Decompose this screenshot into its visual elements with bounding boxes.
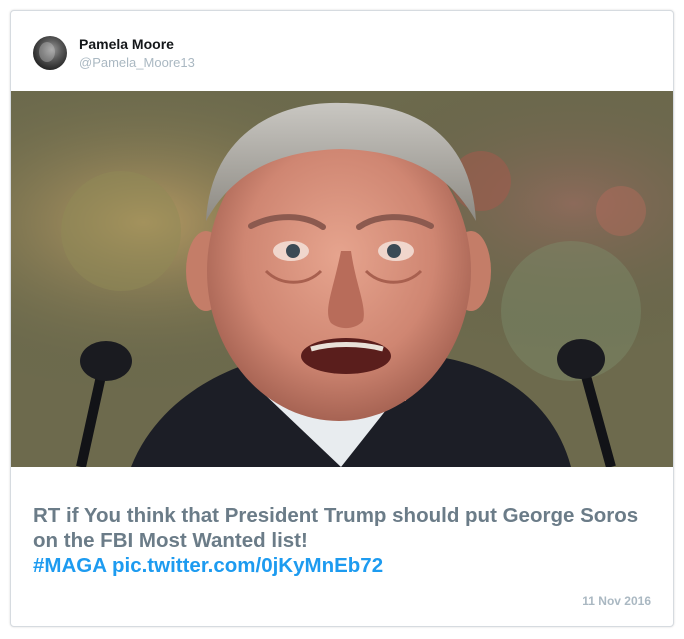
hashtag-link[interactable]: #MAGA xyxy=(33,554,106,577)
tweet-text: RT if You think that President Trump sho… xyxy=(33,503,653,578)
media-link[interactable]: pic.twitter.com/0jKyMnEb72 xyxy=(112,554,383,577)
tweet-header: Pamela Moore @Pamela_Moore13 xyxy=(33,33,195,73)
tweet-photo[interactable] xyxy=(11,91,673,467)
tweet-timestamp[interactable]: 11 Nov 2016 xyxy=(582,594,651,608)
tweet-body: RT if You think that President Trump sho… xyxy=(33,504,639,552)
photo-illustration xyxy=(11,91,673,467)
author-names: Pamela Moore @Pamela_Moore13 xyxy=(79,35,195,72)
author-handle[interactable]: @Pamela_Moore13 xyxy=(79,54,195,72)
tweet-card: Pamela Moore @Pamela_Moore13 RT if You t… xyxy=(10,10,674,627)
avatar[interactable] xyxy=(33,36,67,70)
author-display-name[interactable]: Pamela Moore xyxy=(79,35,195,53)
